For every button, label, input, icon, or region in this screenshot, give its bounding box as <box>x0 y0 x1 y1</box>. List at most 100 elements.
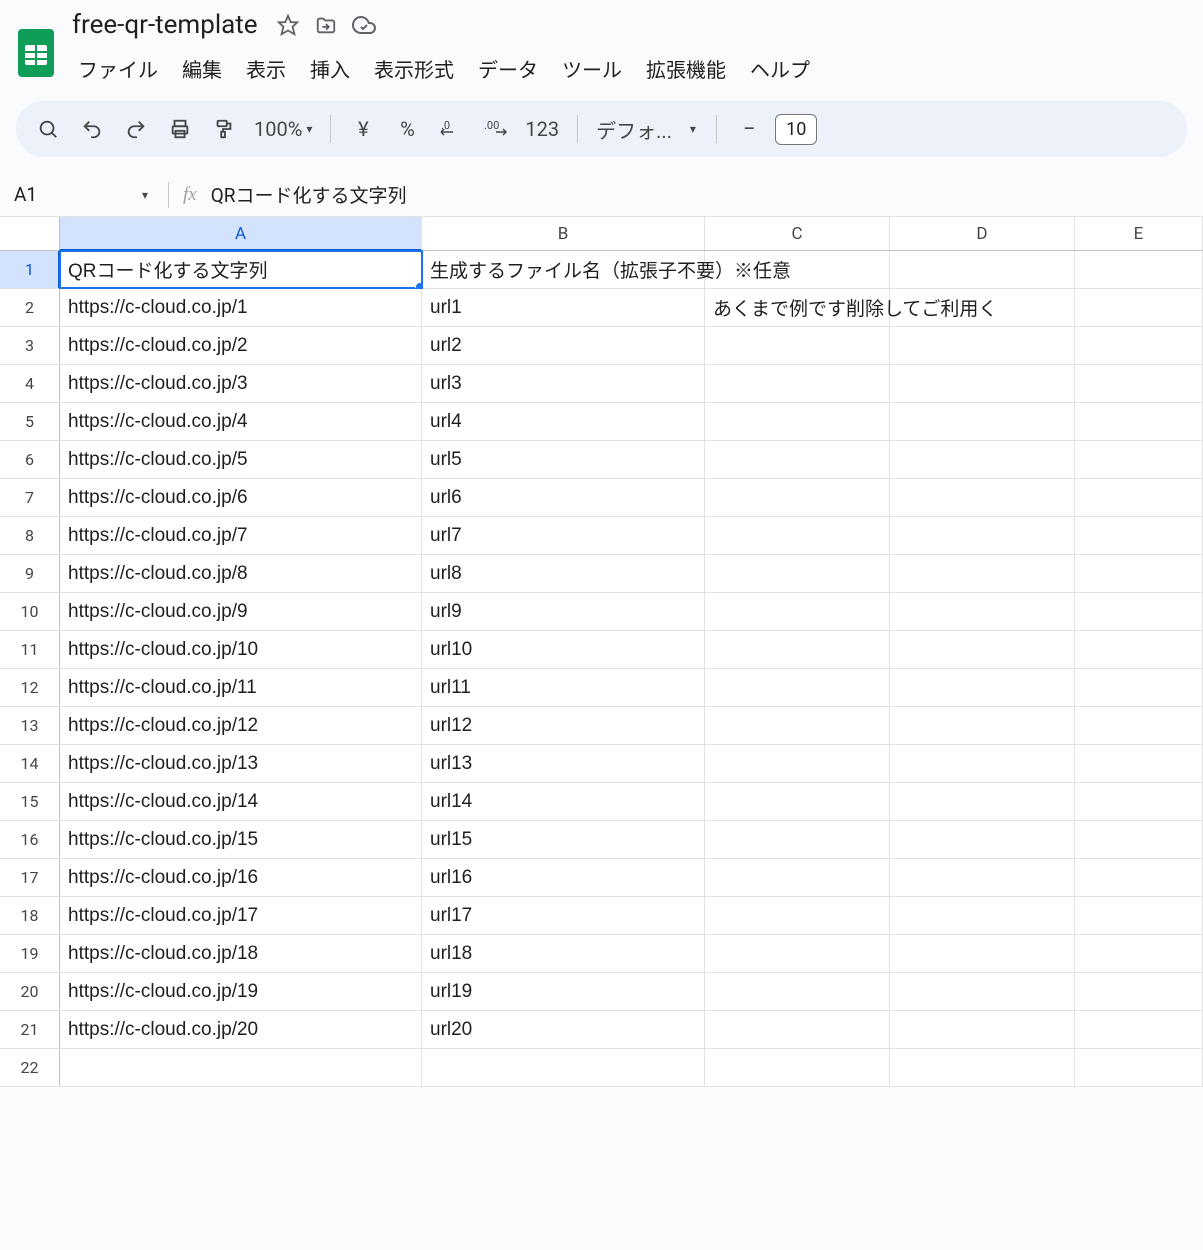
undo-icon[interactable] <box>74 111 110 147</box>
cell[interactable] <box>890 745 1075 782</box>
row-header[interactable]: 9 <box>0 555 60 592</box>
cell[interactable]: https://c-cloud.co.jp/4 <box>60 403 422 440</box>
cell[interactable] <box>1075 327 1203 364</box>
cell[interactable]: 生成するファイル名（拡張子不要）※任意 <box>422 251 705 288</box>
row-header[interactable]: 16 <box>0 821 60 858</box>
cell[interactable]: https://c-cloud.co.jp/20 <box>60 1011 422 1048</box>
cell[interactable] <box>890 1049 1075 1086</box>
cell[interactable] <box>1075 935 1203 972</box>
cell[interactable] <box>1075 555 1203 592</box>
paint-format-icon[interactable] <box>206 111 242 147</box>
cell[interactable] <box>705 327 890 364</box>
row-header[interactable]: 4 <box>0 365 60 402</box>
cell[interactable] <box>1075 1011 1203 1048</box>
cell[interactable] <box>1075 251 1203 288</box>
cell[interactable] <box>1075 365 1203 402</box>
row-header[interactable]: 3 <box>0 327 60 364</box>
cell[interactable]: https://c-cloud.co.jp/6 <box>60 479 422 516</box>
cell[interactable]: あくまで例です削除してご利用く <box>705 289 890 326</box>
cell[interactable] <box>1075 669 1203 706</box>
cell[interactable]: url9 <box>422 593 705 630</box>
cell[interactable]: url18 <box>422 935 705 972</box>
zoom-selector[interactable]: 100%▾ <box>250 117 316 141</box>
cell[interactable]: https://c-cloud.co.jp/9 <box>60 593 422 630</box>
cell[interactable] <box>890 783 1075 820</box>
column-header-a[interactable]: A <box>60 217 422 250</box>
cell[interactable]: url13 <box>422 745 705 782</box>
row-header[interactable]: 7 <box>0 479 60 516</box>
menu-item[interactable]: ヘルプ <box>740 48 820 89</box>
search-icon[interactable] <box>30 111 66 147</box>
cell[interactable] <box>705 441 890 478</box>
cell[interactable]: url2 <box>422 327 705 364</box>
cell[interactable] <box>1075 897 1203 934</box>
row-header[interactable]: 5 <box>0 403 60 440</box>
cell[interactable]: url5 <box>422 441 705 478</box>
move-icon[interactable] <box>314 13 338 37</box>
percent-button[interactable]: % <box>389 111 425 147</box>
menu-item[interactable]: データ <box>468 48 548 89</box>
cell[interactable] <box>890 669 1075 706</box>
cell[interactable] <box>705 935 890 972</box>
cell[interactable]: https://c-cloud.co.jp/16 <box>60 859 422 896</box>
formula-input[interactable]: QRコード化する文字列 <box>211 181 407 208</box>
cell[interactable]: url6 <box>422 479 705 516</box>
cell[interactable]: url7 <box>422 517 705 554</box>
cell[interactable] <box>890 973 1075 1010</box>
cell[interactable] <box>890 897 1075 934</box>
decrease-font-size-button[interactable]: − <box>731 111 767 147</box>
row-header[interactable]: 8 <box>0 517 60 554</box>
cell[interactable] <box>705 631 890 668</box>
row-header[interactable]: 13 <box>0 707 60 744</box>
cell[interactable] <box>1075 745 1203 782</box>
cell[interactable]: url15 <box>422 821 705 858</box>
row-header[interactable]: 2 <box>0 289 60 326</box>
cell[interactable]: https://c-cloud.co.jp/1 <box>60 289 422 326</box>
cell[interactable]: url10 <box>422 631 705 668</box>
cell[interactable] <box>422 1049 705 1086</box>
cell[interactable] <box>890 365 1075 402</box>
row-header[interactable]: 18 <box>0 897 60 934</box>
cell[interactable]: url16 <box>422 859 705 896</box>
cell[interactable]: https://c-cloud.co.jp/2 <box>60 327 422 364</box>
menu-item[interactable]: ツール <box>552 48 632 89</box>
row-header[interactable]: 21 <box>0 1011 60 1048</box>
cell[interactable]: https://c-cloud.co.jp/19 <box>60 973 422 1010</box>
cell[interactable]: https://c-cloud.co.jp/10 <box>60 631 422 668</box>
cell[interactable] <box>890 251 1075 288</box>
cell[interactable]: url4 <box>422 403 705 440</box>
menu-item[interactable]: 挿入 <box>300 48 360 89</box>
cell[interactable] <box>705 517 890 554</box>
cell[interactable] <box>1075 593 1203 630</box>
cell[interactable] <box>890 403 1075 440</box>
menu-item[interactable]: 表示 <box>236 48 296 89</box>
cell[interactable] <box>1075 783 1203 820</box>
cell[interactable]: https://c-cloud.co.jp/17 <box>60 897 422 934</box>
cell[interactable] <box>1075 479 1203 516</box>
select-all-corner[interactable] <box>0 217 60 250</box>
row-header[interactable]: 11 <box>0 631 60 668</box>
cell[interactable] <box>705 859 890 896</box>
cell[interactable]: url20 <box>422 1011 705 1048</box>
cell[interactable]: url12 <box>422 707 705 744</box>
redo-icon[interactable] <box>118 111 154 147</box>
cell[interactable]: url19 <box>422 973 705 1010</box>
cell[interactable]: https://c-cloud.co.jp/14 <box>60 783 422 820</box>
cell[interactable]: https://c-cloud.co.jp/11 <box>60 669 422 706</box>
print-icon[interactable] <box>162 111 198 147</box>
cell[interactable]: QRコード化する文字列 <box>60 251 422 288</box>
row-header[interactable]: 6 <box>0 441 60 478</box>
cell[interactable] <box>1075 517 1203 554</box>
row-header[interactable]: 12 <box>0 669 60 706</box>
cell[interactable] <box>1075 403 1203 440</box>
cell[interactable]: https://c-cloud.co.jp/18 <box>60 935 422 972</box>
cell[interactable] <box>705 365 890 402</box>
menu-item[interactable]: 表示形式 <box>364 48 464 89</box>
cell[interactable] <box>1075 973 1203 1010</box>
menu-item[interactable]: 拡張機能 <box>636 48 736 89</box>
cell[interactable] <box>705 1049 890 1086</box>
row-header[interactable]: 15 <box>0 783 60 820</box>
cell[interactable] <box>890 441 1075 478</box>
number-format-button[interactable]: 123 <box>521 117 563 141</box>
cell[interactable] <box>705 821 890 858</box>
